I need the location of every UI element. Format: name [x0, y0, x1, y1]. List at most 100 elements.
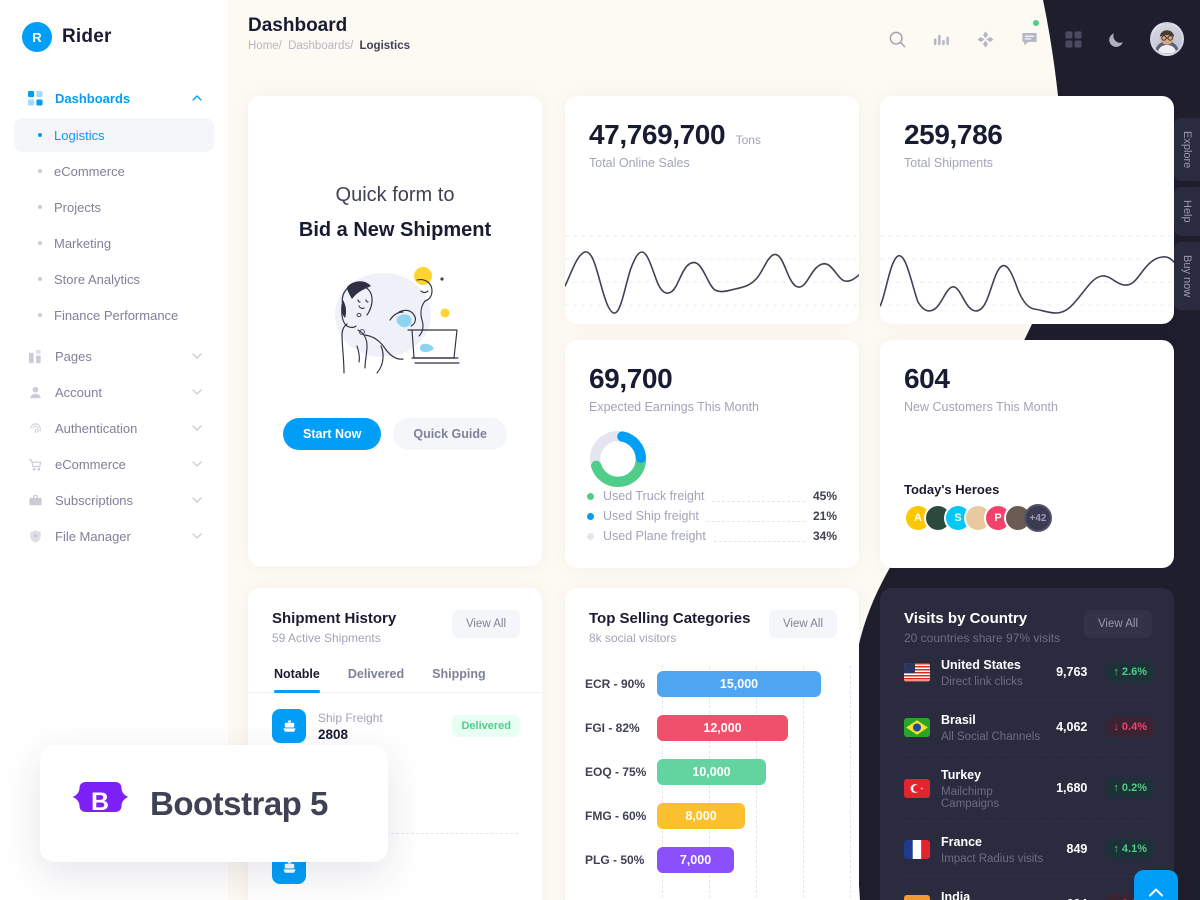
country-visits: 849 [1066, 842, 1088, 856]
moon-icon[interactable] [1106, 28, 1128, 50]
side-tab-help[interactable]: Help [1174, 187, 1200, 236]
earnings-value: 69,700 [589, 363, 673, 394]
bootstrap-badge: B Bootstrap 5 [40, 745, 388, 862]
chevron-down-icon [192, 423, 202, 433]
sidebar-item-logistics[interactable]: Logistics [14, 118, 214, 152]
bullet-icon [38, 205, 42, 209]
chevron-down-icon [192, 351, 202, 361]
country-change-up: ↑ 4.1% [1106, 839, 1154, 859]
bullet-icon [38, 169, 42, 173]
country-name: United States [941, 658, 1021, 672]
legend-label: Used Plane freight [603, 529, 706, 543]
country-row[interactable]: India Many Sources 604 ↓ 8.3% [880, 877, 1174, 900]
freight-legend: Used Truck freight 45% Used Ship freight… [587, 486, 837, 546]
chat-icon[interactable] [1018, 20, 1040, 50]
bar-category-label: EOQ - 75% [585, 765, 647, 779]
brand-name: Rider [62, 26, 112, 47]
country-source: Impact Radius visits [941, 853, 1044, 865]
country-name: India [941, 890, 971, 900]
sidebar-item-authentication[interactable]: Authentication [14, 412, 214, 444]
tab-shipping[interactable]: Shipping [432, 667, 485, 692]
view-all-button[interactable]: View All [1083, 610, 1152, 638]
scroll-to-top-button[interactable] [1134, 870, 1178, 900]
brand[interactable]: R Rider [0, 0, 228, 52]
view-all-button[interactable]: View All [451, 610, 520, 638]
sidebar-item-subscriptions[interactable]: Subscriptions [14, 484, 214, 516]
legend-label: Used Ship freight [603, 509, 699, 523]
cart-icon [26, 455, 44, 473]
side-tab-buy-now[interactable]: Buy now [1174, 241, 1200, 311]
breadcrumb-section[interactable]: Dashboards/ [288, 40, 353, 52]
sidebar-item-ecommerce[interactable]: eCommerce [14, 448, 214, 480]
search-icon[interactable] [886, 28, 908, 50]
legend-leader-line [712, 500, 805, 502]
country-info: India Many Sources [941, 888, 1056, 900]
country-row[interactable]: France Impact Radius visits 849 ↑ 4.1% [880, 822, 1174, 876]
bar-category-label: PLG - 50% [585, 853, 645, 867]
flag-in-icon [904, 894, 930, 900]
apps-grid-icon[interactable] [1062, 28, 1084, 50]
sidebar-item-file-manager[interactable]: File Manager [14, 520, 214, 552]
bullet-icon [38, 313, 42, 317]
sidebar-item-label: eCommerce [55, 456, 126, 472]
new-customers-card: 604 New Customers This Month Today's Her… [880, 340, 1174, 568]
shipment-row[interactable]: Ship Freight 2808 Delivered [248, 693, 542, 743]
breadcrumb: Home/ Dashboards/ Logistics [248, 40, 410, 52]
tab-delivered[interactable]: Delivered [348, 667, 404, 692]
bar-row: PLG - 50% 7,000 [565, 838, 859, 882]
chevron-down-icon [192, 459, 202, 469]
legend-value: 45% [812, 489, 837, 503]
bar-row: FGI - 82% 12,000 [565, 706, 859, 750]
legend-row: Used Ship freight 21% [587, 506, 837, 526]
sidebar-item-ecommerce-dash[interactable]: eCommerce [14, 154, 214, 188]
start-now-button[interactable]: Start Now [283, 418, 382, 450]
sidebar-item-projects[interactable]: Projects [14, 190, 214, 224]
sidebar-item-marketing[interactable]: Marketing [14, 226, 214, 260]
legend-leader-line [713, 540, 805, 542]
quick-guide-button[interactable]: Quick Guide [393, 418, 507, 450]
country-row[interactable]: United States Direct link clicks 9,763 ↑… [880, 645, 1174, 699]
country-visits: 1,680 [1056, 781, 1088, 795]
shipment-info: Ship Freight 2808 [318, 711, 440, 742]
legend-row: Used Plane freight 34% [587, 526, 837, 546]
sidebar-item-label: Subscriptions [55, 492, 134, 508]
country-row[interactable]: Brasil All Social Channels 4,062 ↓ 0.4% [880, 700, 1174, 754]
bar-value: 7,000 [657, 847, 734, 873]
chevron-down-icon [192, 495, 202, 505]
bootstrap-logo-icon: B [72, 778, 129, 829]
card-subtitle: 8k social visitors [589, 631, 677, 645]
sidebar-item-pages[interactable]: Pages [14, 340, 214, 372]
stat-header: 69,700 Expected Earnings This Month [565, 340, 859, 414]
page-title: Dashboard [248, 15, 348, 36]
side-tab-explore[interactable]: Explore [1174, 118, 1200, 182]
bar-value: 12,000 [657, 715, 788, 741]
sidebar-subitem-label: Finance Performance [54, 307, 179, 323]
shipment-id: 2808 [318, 726, 349, 742]
expected-earnings-card: 69,700 Expected Earnings This Month Used… [565, 340, 859, 568]
country-row[interactable]: Turkey Mailchimp Campaigns 1,680 ↑ 0.2% [880, 755, 1174, 821]
stat-header: 47,769,700 Tons Total Online Sales [565, 96, 859, 170]
shipment-kind: Ship Freight [318, 710, 383, 725]
user-avatar[interactable] [1150, 22, 1184, 56]
breadcrumb-home[interactable]: Home/ [248, 40, 282, 52]
sidebar-item-store-analytics[interactable]: Store Analytics [14, 262, 214, 296]
bar-category-label: FGI - 82% [585, 721, 640, 735]
sidebar-item-finance-performance[interactable]: Finance Performance [14, 298, 214, 332]
tab-notable[interactable]: Notable [274, 667, 320, 693]
view-all-button[interactable]: View All [768, 610, 837, 638]
sidebar-item-dashboards[interactable]: Dashboards [14, 82, 214, 114]
bar-value: 15,000 [657, 671, 821, 697]
header-toolbar [886, 20, 1184, 56]
legend-dot-icon [587, 532, 594, 540]
country-info: United States Direct link clicks [941, 656, 1045, 688]
status-badge: Delivered [452, 715, 520, 737]
country-source: Direct link clicks [941, 676, 1023, 688]
arrows-move-icon[interactable] [974, 28, 996, 50]
avatar-overflow-count[interactable]: +42 [1024, 504, 1052, 532]
country-source: All Social Channels [941, 731, 1041, 743]
country-info: Brasil All Social Channels [941, 711, 1045, 743]
sidebar-item-account[interactable]: Account [14, 376, 214, 408]
earnings-label: Expected Earnings This Month [589, 400, 760, 414]
layout-icon [26, 347, 44, 365]
bar-chart-icon[interactable] [930, 28, 952, 50]
